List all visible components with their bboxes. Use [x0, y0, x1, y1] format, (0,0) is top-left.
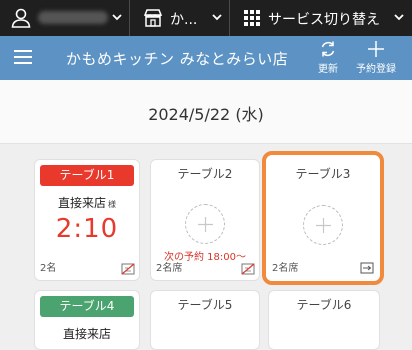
- elapsed-timer: 2:10: [55, 214, 119, 244]
- table-name: テーブル2: [177, 167, 233, 181]
- table-name: テーブル6: [296, 298, 352, 312]
- hamburger-menu-icon[interactable]: [14, 50, 32, 64]
- user-name-redacted: [38, 11, 108, 24]
- table-card[interactable]: テーブル5: [150, 290, 260, 350]
- table-card[interactable]: テーブル4 直接来店: [34, 290, 140, 350]
- table-card[interactable]: テーブル2 次の予約 18:00〜 2名席: [150, 159, 260, 281]
- grid-icon: [244, 10, 260, 26]
- no-reservation-icon[interactable]: [121, 263, 135, 275]
- visit-label: 直接来店: [62, 327, 111, 341]
- visit-label: 直接来店: [57, 196, 106, 210]
- page-title: かもめキッチン みなとみらい店: [66, 50, 289, 68]
- seat-count: 2名: [40, 263, 57, 274]
- date-bar: 2024/5/22 (水): [0, 80, 412, 144]
- user-menu[interactable]: [0, 0, 130, 36]
- user-icon: [11, 8, 31, 28]
- table-card-selected[interactable]: テーブル3 2名席: [262, 151, 384, 285]
- plus-icon: [368, 41, 384, 57]
- top-bar: か... サービス切り替え: [0, 0, 412, 36]
- seat-count: 2名席: [156, 263, 183, 274]
- table-name: テーブル3: [295, 167, 351, 181]
- chevron-down-icon: [112, 14, 122, 21]
- plus-icon: [198, 217, 213, 232]
- refresh-button[interactable]: 更新: [316, 40, 340, 75]
- chevron-down-icon: [212, 14, 222, 21]
- table-name-badge: テーブル4: [40, 296, 134, 317]
- current-date: 2024/5/22 (水): [148, 105, 264, 124]
- add-reservation-button[interactable]: 予約登録: [353, 40, 399, 75]
- store-label: か...: [170, 12, 198, 28]
- table-card[interactable]: テーブル1 直接来店様 2:10 2名: [34, 159, 140, 281]
- store-icon: [143, 9, 163, 27]
- service-switch-label: サービス切り替え: [268, 12, 380, 28]
- table-name-badge: テーブル1: [40, 165, 134, 186]
- chevron-down-icon: [394, 14, 404, 21]
- visit-type: 直接来店様: [35, 194, 139, 211]
- table-card[interactable]: テーブル6: [268, 290, 380, 350]
- honorific: 様: [108, 200, 116, 209]
- refresh-label: 更新: [318, 64, 338, 75]
- visit-type: 直接来店: [35, 325, 139, 342]
- add-guest-button[interactable]: [185, 204, 225, 244]
- add-reservation-label: 予約登録: [356, 64, 396, 75]
- seat-count: 2名席: [272, 263, 299, 274]
- refresh-icon: [321, 41, 335, 57]
- app-header: かもめキッチン みなとみらい店 更新 予約登録: [0, 36, 412, 80]
- add-guest-button[interactable]: [303, 205, 343, 245]
- table-name: テーブル5: [177, 298, 233, 312]
- move-table-icon[interactable]: [360, 262, 374, 274]
- plus-icon: [316, 218, 331, 233]
- service-switcher[interactable]: サービス切り替え: [230, 0, 412, 36]
- no-reservation-icon[interactable]: [241, 263, 255, 275]
- store-switcher[interactable]: か...: [130, 0, 230, 36]
